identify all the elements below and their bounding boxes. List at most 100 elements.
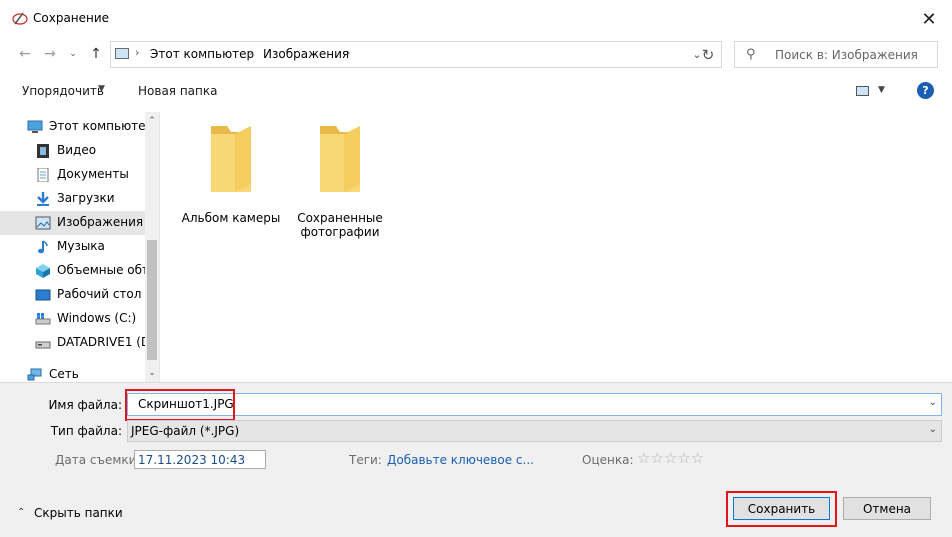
pictures-icon xyxy=(35,216,51,230)
3d-objects-icon xyxy=(36,264,50,278)
refresh-button[interactable]: ↻ xyxy=(695,41,722,68)
view-options-icon[interactable] xyxy=(856,86,869,96)
navigation-pane: Этот компьютер Видео Документы Загрузки … xyxy=(0,112,160,382)
recent-locations-button[interactable]: ⌄ xyxy=(62,43,84,65)
nav-item-drive-d[interactable]: DATADRIVE1 (D:) xyxy=(0,331,159,355)
highlight-filename xyxy=(125,389,235,421)
chevron-down-icon[interactable]: ⌄ xyxy=(929,397,937,408)
scroll-up-icon[interactable]: ⌃ xyxy=(145,114,159,128)
chevron-down-icon: ⌄ xyxy=(69,49,77,59)
nav-item-label: Музыка xyxy=(57,239,105,253)
nav-item-pictures[interactable]: Изображения xyxy=(0,211,145,235)
nav-item-label: DATADRIVE1 (D:) xyxy=(57,335,159,349)
cancel-button-label: Отмена xyxy=(862,501,912,516)
nav-scrollbar[interactable]: ⌃ ⌄ xyxy=(145,112,159,382)
nav-item-label: Объемные объ xyxy=(57,263,151,277)
nav-item-3d-objects[interactable]: Объемные объ xyxy=(0,259,151,283)
tags-label: Теги: xyxy=(349,453,382,467)
help-button[interactable]: ? xyxy=(917,82,934,99)
nav-item-documents[interactable]: Документы xyxy=(0,163,145,187)
video-icon xyxy=(37,144,49,158)
scroll-thumb[interactable] xyxy=(147,240,157,360)
date-taken-label: Дата съемки: xyxy=(55,453,141,467)
star-icon[interactable]: ☆ xyxy=(637,449,650,467)
close-button[interactable]: ✕ xyxy=(906,0,952,38)
computer-icon xyxy=(27,120,43,133)
rating-label: Оценка: xyxy=(582,453,634,467)
title-bar: Сохранение ✕ xyxy=(0,0,952,38)
command-bar: Упорядочить ▼ Новая папка ▼ ? xyxy=(0,78,952,104)
chevron-right-icon: › xyxy=(135,46,140,59)
breadcrumb-pictures[interactable]: Изображения xyxy=(263,47,349,61)
downloads-icon xyxy=(37,192,49,206)
chevron-right-icon: › xyxy=(249,46,254,59)
arrow-left-icon: ← xyxy=(19,46,31,62)
file-list: Альбом камеры Сохраненные фотографии xyxy=(161,112,952,382)
close-icon: ✕ xyxy=(921,8,937,30)
chevron-down-icon[interactable]: ⌄ xyxy=(929,424,937,435)
star-icon[interactable]: ☆ xyxy=(691,449,704,467)
tags-input[interactable]: Добавьте ключевое с... xyxy=(387,453,534,467)
date-taken-input[interactable]: 17.11.2023 10:43 xyxy=(134,450,266,469)
star-icon[interactable]: ☆ xyxy=(677,449,690,467)
back-button[interactable]: ← xyxy=(14,43,36,65)
nav-item-music[interactable]: Музыка xyxy=(0,235,145,259)
date-taken-value: 17.11.2023 10:43 xyxy=(138,453,246,467)
star-icon[interactable]: ☆ xyxy=(664,449,677,467)
computer-icon xyxy=(115,48,129,59)
filetype-value: JPEG-файл (*.JPG) xyxy=(131,424,240,438)
desktop-icon xyxy=(35,289,51,301)
music-icon xyxy=(38,240,48,254)
cancel-button[interactable]: Отмена xyxy=(843,497,931,520)
nav-item-drive-c[interactable]: Windows (C:) xyxy=(0,307,145,331)
filetype-select[interactable]: JPEG-файл (*.JPG) ⌄ xyxy=(127,420,942,442)
nav-item-downloads[interactable]: Загрузки xyxy=(0,187,145,211)
nav-item-label: Сеть xyxy=(49,367,79,381)
search-icon: ⚲ xyxy=(746,47,756,62)
folder-saved-pictures[interactable]: Сохраненные фотографии xyxy=(285,124,395,239)
scroll-down-icon[interactable]: ⌄ xyxy=(145,366,159,380)
nav-item-label: Документы xyxy=(57,167,129,181)
nav-item-label: Рабочий стол xyxy=(57,287,142,301)
nav-item-this-pc[interactable]: Этот компьютер xyxy=(0,115,153,139)
star-icon[interactable]: ☆ xyxy=(650,449,663,467)
nav-item-network[interactable]: Сеть xyxy=(0,363,145,382)
app-icon xyxy=(12,12,28,25)
window-title: Сохранение xyxy=(33,11,110,25)
help-icon: ? xyxy=(922,84,929,97)
caret-down-icon[interactable]: ▼ xyxy=(878,85,885,95)
nav-item-video[interactable]: Видео xyxy=(0,139,145,163)
address-bar[interactable]: › Этот компьютер › Изображения › ⌄ xyxy=(110,41,722,68)
folder-icon xyxy=(320,126,360,192)
hide-folders-button[interactable]: Скрыть папки xyxy=(34,506,123,520)
nav-item-label: Windows (C:) xyxy=(57,311,137,325)
nav-item-label: Этот компьютер xyxy=(49,119,154,133)
breadcrumb-this-pc[interactable]: Этот компьютер xyxy=(150,47,254,61)
documents-icon xyxy=(37,168,49,182)
drive-d-icon xyxy=(35,341,51,349)
arrow-right-icon: → xyxy=(44,46,56,62)
nav-item-desktop[interactable]: Рабочий стол xyxy=(0,283,145,307)
drive-c-icon xyxy=(35,313,51,325)
rating-stars[interactable]: ☆☆☆☆☆ xyxy=(637,449,704,467)
refresh-icon: ↻ xyxy=(701,45,715,64)
folder-label: Альбом камеры xyxy=(181,211,281,225)
folder-camera-roll[interactable]: Альбом камеры xyxy=(176,124,286,225)
arrow-up-icon: ↑ xyxy=(90,46,102,62)
filename-label: Имя файла: xyxy=(48,398,122,412)
caret-down-icon: ▼ xyxy=(98,84,105,94)
filetype-label: Тип файла: xyxy=(50,424,122,438)
organize-button[interactable]: Упорядочить xyxy=(22,84,104,98)
nav-item-label: Видео xyxy=(57,143,97,157)
nav-item-label: Изображения xyxy=(57,215,144,229)
folder-label: Сохраненные фотографии xyxy=(297,211,383,239)
network-icon xyxy=(27,368,42,381)
forward-button[interactable]: → xyxy=(39,43,61,65)
filename-input[interactable]: Скриншот1.JPG ⌄ xyxy=(127,393,942,416)
highlight-save xyxy=(726,491,837,527)
search-box[interactable]: ⚲ Поиск в: Изображения xyxy=(734,41,938,68)
new-folder-button[interactable]: Новая папка xyxy=(138,84,217,98)
search-input[interactable]: Поиск в: Изображения xyxy=(775,48,918,62)
up-button[interactable]: ↑ xyxy=(85,43,107,65)
folder-icon xyxy=(211,126,251,192)
